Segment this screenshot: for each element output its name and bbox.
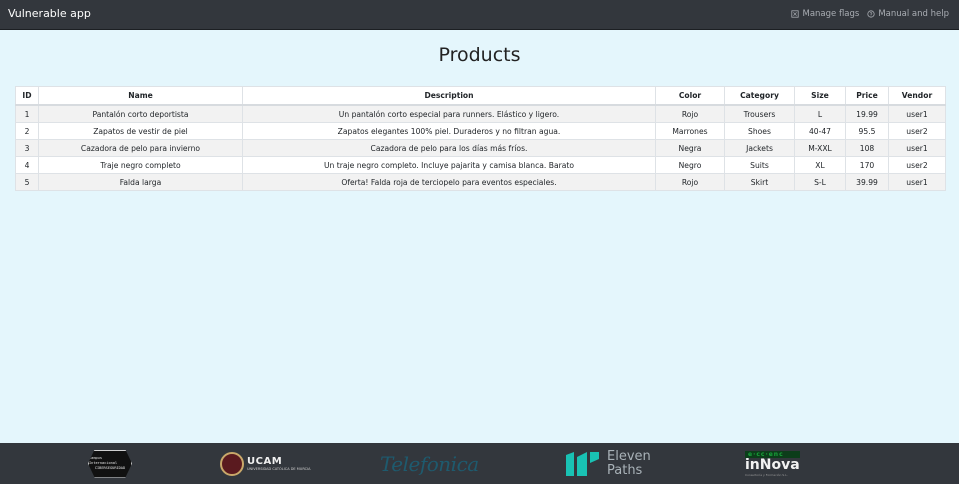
- products-table-container: ID Name Description Color Category Size …: [15, 86, 946, 191]
- cell-id: 4: [15, 156, 39, 174]
- table-row: 3 Cazadora de pelo para invierno Cazador…: [15, 139, 946, 157]
- innova-logo: e·cc·enc inNova Consultoría y Formación …: [745, 450, 800, 477]
- footer: Campus Internacional CIBERSEGURIDAD UCAM…: [0, 443, 959, 484]
- cell-color: Rojo: [655, 173, 725, 191]
- cell-size: 40-47: [794, 122, 846, 140]
- header-id: ID: [15, 86, 39, 106]
- cell-description: Zapatos elegantes 100% piel. Duraderos y…: [242, 122, 656, 140]
- ucam-logo: UCAM UNIVERSIDAD CATÓLICA DE MURCIA: [220, 447, 310, 480]
- table-row: 5 Falda larga Oferta! Falda roja de terc…: [15, 173, 946, 191]
- top-navbar: Vulnerable app Manage flags Manual and h…: [0, 0, 959, 30]
- manage-flags-label: Manage flags: [802, 9, 860, 19]
- cell-name: Zapatos de vestir de piel: [38, 122, 243, 140]
- header-size: Size: [794, 86, 846, 106]
- cell-name: Cazadora de pelo para invierno: [38, 139, 243, 157]
- cell-id: 2: [15, 122, 39, 140]
- campus-ciberseguridad-logo: Campus Internacional CIBERSEGURIDAD: [88, 447, 132, 480]
- cell-size: XL: [794, 156, 846, 174]
- cell-vendor: user1: [888, 139, 946, 157]
- cell-name: Traje negro completo: [38, 156, 243, 174]
- page-title: Products: [438, 44, 521, 66]
- cell-vendor: user2: [888, 122, 946, 140]
- cell-category: Suits: [724, 156, 795, 174]
- table-row: 2 Zapatos de vestir de piel Zapatos eleg…: [15, 122, 946, 140]
- navbar-links: Manage flags Manual and help: [791, 9, 949, 19]
- header-description: Description: [242, 86, 656, 106]
- header-color: Color: [655, 86, 725, 106]
- cell-name: Falda larga: [38, 173, 243, 191]
- eleven-paths-logo: Eleven Paths: [566, 447, 651, 480]
- cell-color: Negro: [655, 156, 725, 174]
- cell-category: Trousers: [724, 104, 795, 123]
- cell-category: Jackets: [724, 139, 795, 157]
- cell-vendor: user1: [888, 173, 946, 191]
- cell-category: Skirt: [724, 173, 795, 191]
- cell-price: 170: [845, 156, 889, 174]
- flag-box-icon: [791, 10, 800, 18]
- products-table: ID Name Description Color Category Size …: [15, 86, 946, 191]
- table-row: 4 Traje negro completo Un traje negro co…: [15, 156, 946, 174]
- cell-id: 5: [15, 173, 39, 191]
- cell-category: Shoes: [724, 122, 795, 140]
- manage-flags-link[interactable]: Manage flags: [791, 9, 859, 19]
- ucam-seal-icon: [220, 451, 244, 476]
- cell-description: Oferta! Falda roja de terciopelo para ev…: [242, 173, 656, 191]
- eleven-paths-mark-icon: [566, 451, 599, 476]
- cell-color: Rojo: [655, 104, 725, 123]
- cell-size: S-L: [794, 173, 846, 191]
- cell-color: Negra: [655, 139, 725, 157]
- cell-id: 1: [15, 104, 39, 123]
- header-category: Category: [724, 86, 795, 106]
- help-circle-icon: [867, 10, 875, 18]
- cell-price: 95.5: [845, 122, 889, 140]
- manual-help-link[interactable]: Manual and help: [867, 9, 949, 19]
- cell-size: L: [794, 104, 846, 123]
- cell-description: Un traje negro completo. Incluye pajarit…: [242, 156, 656, 174]
- cell-description: Cazadora de pelo para los días más fríos…: [242, 139, 656, 157]
- table-header-row: ID Name Description Color Category Size …: [15, 86, 946, 106]
- cell-vendor: user1: [888, 104, 946, 123]
- cell-color: Marrones: [655, 122, 725, 140]
- cell-price: 108: [845, 139, 889, 157]
- header-price: Price: [845, 86, 889, 106]
- telefonica-logo: Telefonica: [380, 451, 479, 476]
- cell-price: 19.99: [845, 104, 889, 123]
- header-name: Name: [38, 86, 243, 106]
- cell-id: 3: [15, 139, 39, 157]
- cell-description: Un pantalón corto especial para runners.…: [242, 104, 656, 123]
- header-vendor: Vendor: [888, 86, 946, 106]
- cell-price: 39.99: [845, 173, 889, 191]
- cell-vendor: user2: [888, 156, 946, 174]
- cell-size: M-XXL: [794, 139, 846, 157]
- cell-name: Pantalón corto deportista: [38, 104, 243, 123]
- manual-help-label: Manual and help: [878, 9, 949, 19]
- table-row: 1 Pantalón corto deportista Un pantalón …: [15, 104, 946, 123]
- ciberseguridad-badge-icon: Campus Internacional CIBERSEGURIDAD: [88, 449, 132, 478]
- app-brand[interactable]: Vulnerable app: [8, 7, 91, 20]
